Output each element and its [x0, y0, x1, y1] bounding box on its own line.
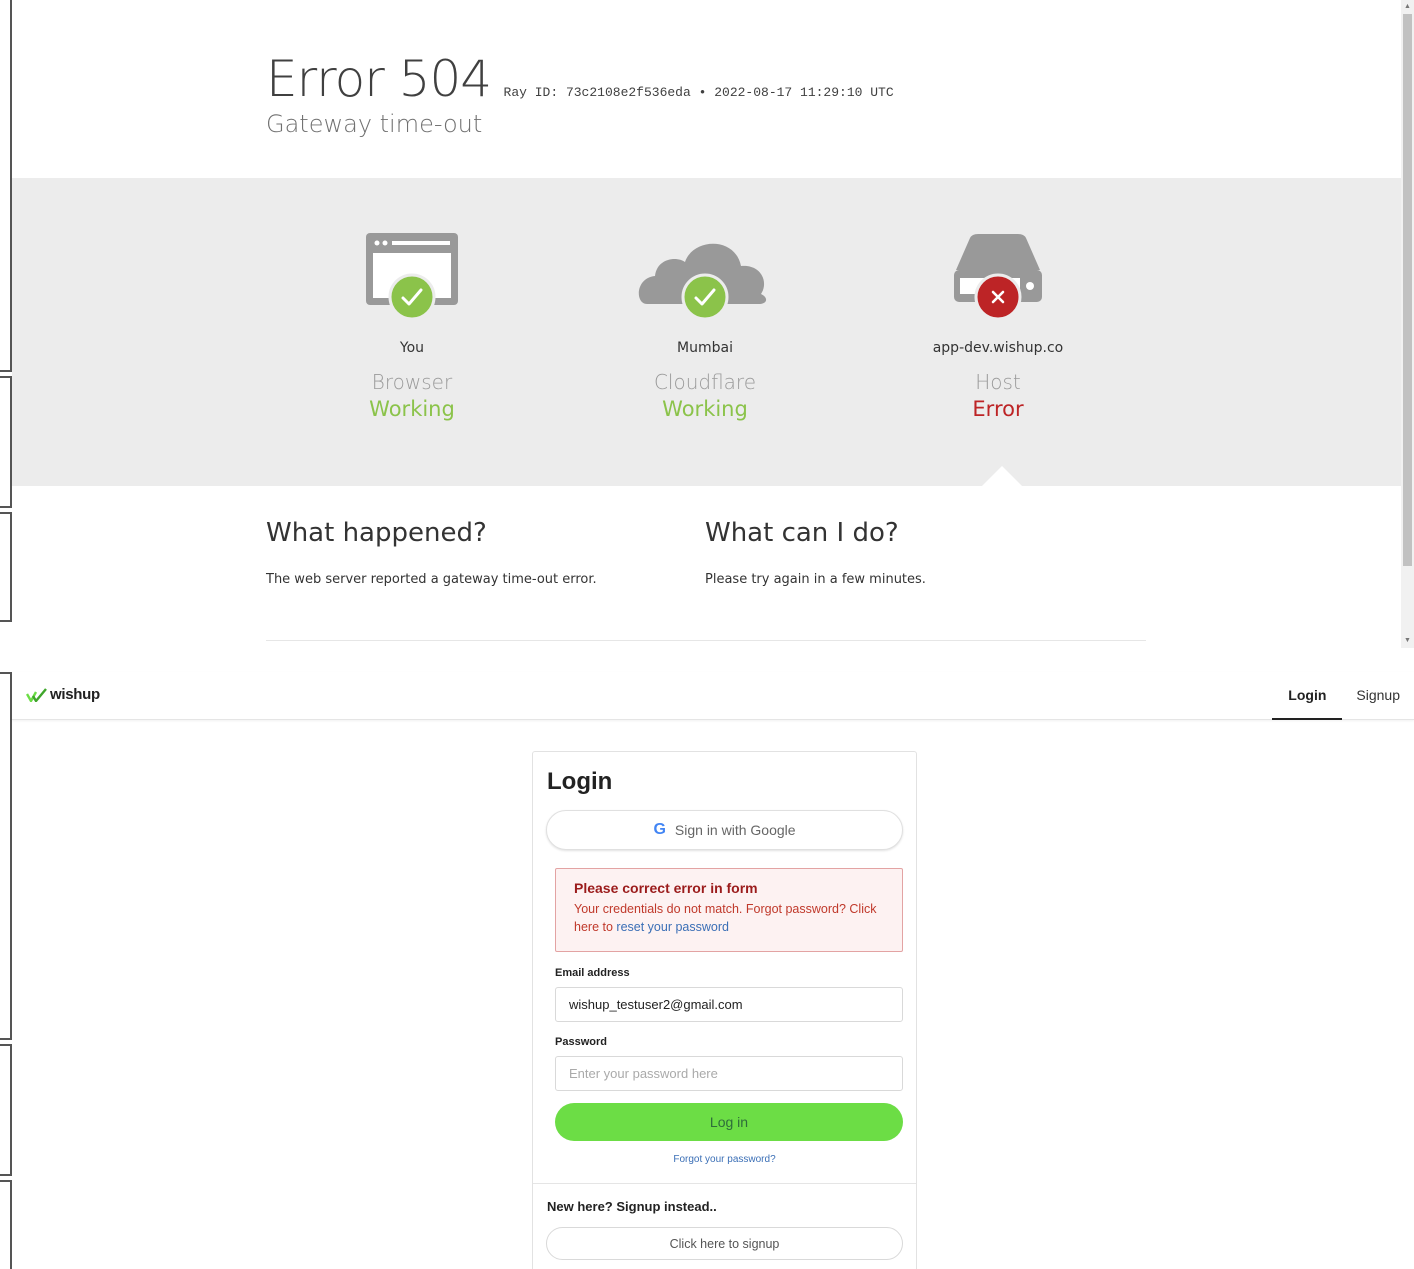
edge-bracket: [0, 0, 12, 372]
error-title: Error 504: [266, 50, 492, 108]
nav-links: Login Signup: [1272, 672, 1414, 720]
node-status: Error: [972, 397, 1024, 421]
wishup-logo[interactable]: wishup: [26, 686, 100, 703]
check-icon: [681, 273, 729, 321]
alert-title: Please correct error in form: [574, 880, 758, 896]
what-happened-section: What happened? The web server reported a…: [266, 518, 597, 587]
logo-text: wishup: [50, 686, 100, 703]
edge-bracket: [0, 512, 12, 622]
app-navbar: wishup Login Signup: [12, 672, 1414, 720]
what-happened-heading: What happened?: [266, 518, 487, 548]
node-role: Host: [975, 370, 1021, 394]
cloudflare-error-frame: Error 504 Ray ID: 73c2108e2f536eda • 202…: [12, 0, 1401, 648]
password-label: Password: [555, 1036, 607, 1048]
nav-login[interactable]: Login: [1272, 672, 1343, 720]
cloud-icon: [585, 178, 825, 328]
server-icon: [878, 178, 1118, 328]
scroll-down-arrow-icon[interactable]: ▼: [1401, 634, 1414, 648]
what-can-i-do-body: Please try again in a few minutes.: [705, 572, 926, 587]
status-band: You Browser Working Mumbai Cloudflare Wo…: [12, 178, 1401, 486]
divider: [266, 640, 1146, 641]
what-can-i-do-heading: What can I do?: [705, 518, 899, 548]
error-subtitle: Gateway time-out: [266, 110, 483, 138]
x-icon: [974, 273, 1022, 321]
alert-message: Your credentials do not match. Forgot pa…: [574, 902, 877, 934]
google-signin-label: Sign in with Google: [674, 822, 796, 838]
forgot-password-link[interactable]: Forgot your password?: [533, 1154, 916, 1165]
edge-bracket: [0, 376, 12, 508]
reset-password-link[interactable]: reset your password: [616, 920, 729, 934]
email-label: Email address: [555, 967, 630, 979]
wishup-check-icon: [26, 687, 47, 702]
node-role: Cloudflare: [653, 370, 757, 394]
google-signin-button[interactable]: G Sign in with Google: [546, 810, 903, 850]
email-field[interactable]: [555, 987, 903, 1022]
login-card: Login G Sign in with Google Please corre…: [532, 751, 917, 1269]
password-field[interactable]: [555, 1056, 903, 1091]
browser-icon: [292, 178, 532, 328]
scroll-up-arrow-icon[interactable]: ▲: [1401, 0, 1414, 14]
edge-bracket: [0, 1044, 12, 1176]
nav-signup[interactable]: Signup: [1342, 672, 1414, 720]
node-status: Working: [369, 397, 455, 421]
node-cloudflare: Mumbai Cloudflare Working: [585, 178, 825, 421]
signup-heading: New here? Signup instead..: [547, 1199, 717, 1214]
node-host: app-dev.wishup.co Host Error: [878, 178, 1118, 421]
node-location: app-dev.wishup.co: [932, 340, 1064, 356]
what-happened-body: The web server reported a gateway time-o…: [266, 572, 597, 587]
login-button[interactable]: Log in: [555, 1103, 903, 1141]
scroll-thumb[interactable]: [1403, 14, 1412, 566]
node-status: Working: [662, 397, 748, 421]
signup-button[interactable]: Click here to signup: [546, 1227, 903, 1260]
edge-bracket: [0, 1180, 12, 1269]
scrollbar[interactable]: ▲ ▼: [1401, 0, 1414, 648]
login-title: Login: [547, 768, 613, 795]
ray-id: Ray ID: 73c2108e2f536eda • 2022-08-17 11…: [503, 85, 894, 100]
check-icon: [388, 273, 436, 321]
google-icon: G: [653, 821, 666, 838]
error-header: Error 504 Ray ID: 73c2108e2f536eda • 202…: [266, 50, 894, 138]
error-alert: Please correct error in form Your creden…: [555, 868, 903, 952]
node-browser: You Browser Working: [292, 178, 532, 421]
divider: [533, 1183, 916, 1184]
node-location: Mumbai: [677, 340, 733, 356]
node-location: You: [399, 340, 425, 356]
node-role: Browser: [371, 370, 453, 394]
error-pointer: [982, 466, 1022, 486]
edge-bracket: [0, 672, 12, 1040]
what-can-i-do-section: What can I do? Please try again in a few…: [705, 518, 926, 587]
